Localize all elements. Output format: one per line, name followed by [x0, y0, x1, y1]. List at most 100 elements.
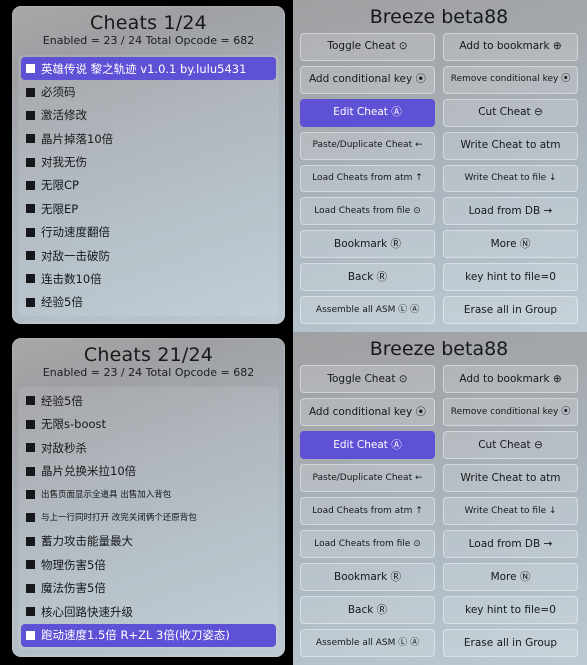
- breeze-button[interactable]: Remove conditional key ⦿: [443, 65, 578, 94]
- cheat-list-item[interactable]: 与上一行同时打开 改完关闭俩个还原背包: [21, 506, 276, 529]
- cheat-item-label: 经验5倍: [41, 393, 83, 408]
- cheat-list-item[interactable]: 连击数10倍: [21, 267, 276, 290]
- cheat-item-label: 激活修改: [41, 108, 87, 123]
- breeze-button[interactable]: Cut Cheat ⊖: [443, 431, 578, 459]
- breeze-button[interactable]: Assemble all ASM Ⓛ Ⓐ: [300, 629, 435, 657]
- cheat-checkbox-icon[interactable]: [26, 204, 35, 214]
- breeze-button[interactable]: Edit Cheat Ⓐ: [300, 431, 435, 459]
- cheat-checkbox-icon[interactable]: [26, 536, 35, 546]
- cheat-item-label: 必须码: [41, 85, 76, 100]
- breeze-button[interactable]: Paste/Duplicate Cheat ←: [300, 131, 435, 160]
- breeze-button[interactable]: Load from DB →: [443, 197, 578, 226]
- cheat-list-item[interactable]: 对敌秒杀: [21, 436, 276, 459]
- breeze-button[interactable]: Erase all in Group: [443, 296, 578, 324]
- breeze-button[interactable]: Load Cheats from atm ↑: [300, 497, 435, 525]
- breeze-button[interactable]: Add to bookmark ⊕: [443, 365, 578, 393]
- breeze-button[interactable]: Load Cheats from file ⊙: [300, 530, 435, 558]
- breeze-instance-1: Cheats 1/24 Enabled = 23 / 24 Total Opcod…: [0, 0, 587, 332]
- cheat-list-item[interactable]: 核心回路快速升级: [21, 600, 276, 623]
- cheats-panel-container-1: Cheats 1/24 Enabled = 23 / 24 Total Opcod…: [0, 0, 293, 332]
- cheat-checkbox-icon[interactable]: [26, 419, 35, 429]
- breeze-button[interactable]: Paste/Duplicate Cheat ←: [300, 464, 435, 492]
- cheat-list-item[interactable]: 无限s-boost: [21, 412, 276, 435]
- breeze-button[interactable]: Assemble all ASM Ⓛ Ⓐ: [300, 296, 435, 324]
- breeze-button[interactable]: Back Ⓡ: [300, 263, 435, 292]
- cheat-list-item[interactable]: 英雄传说 黎之轨迹 v1.0.1 by.lulu5431: [21, 57, 276, 81]
- breeze-button[interactable]: Load Cheats from atm ↑: [300, 164, 435, 193]
- breeze-button[interactable]: key hint to file=0: [443, 263, 578, 292]
- breeze-button[interactable]: Load Cheats from file ⊙: [300, 197, 435, 226]
- cheat-item-label: 经验5倍: [41, 295, 83, 310]
- cheat-checkbox-icon[interactable]: [26, 227, 35, 237]
- breeze-button[interactable]: Back Ⓡ: [300, 596, 435, 624]
- cheat-list-item[interactable]: 物理伤害5倍: [21, 553, 276, 576]
- cheat-checkbox-icon[interactable]: [26, 583, 35, 593]
- cheat-checkbox-icon[interactable]: [26, 490, 35, 500]
- cheat-list-item[interactable]: 对敌一击破防: [21, 244, 276, 267]
- breeze-button[interactable]: Add conditional key ⦿: [300, 398, 435, 426]
- breeze-button[interactable]: Bookmark Ⓡ: [300, 563, 435, 591]
- cheat-list-item[interactable]: 晶片兑换米拉10倍: [21, 459, 276, 482]
- breeze-button[interactable]: Toggle Cheat ⊙: [300, 365, 435, 393]
- cheat-list-item[interactable]: 经验5倍: [21, 291, 276, 314]
- cheat-item-label: 对我无伤: [41, 155, 87, 170]
- breeze-button[interactable]: Write Cheat to atm: [443, 464, 578, 492]
- screen-root: Cheats 1/24 Enabled = 23 / 24 Total Opcod…: [0, 0, 587, 665]
- breeze-button[interactable]: More Ⓝ: [443, 230, 578, 259]
- cheat-list-item[interactable]: 蓄力攻击能量最大: [21, 530, 276, 553]
- cheat-checkbox-icon[interactable]: [26, 396, 35, 406]
- breeze-button[interactable]: Load from DB →: [443, 530, 578, 558]
- cheats-header: Cheats 1/24 Enabled = 23 / 24 Total Opcod…: [18, 11, 279, 52]
- breeze-button[interactable]: key hint to file=0: [443, 596, 578, 624]
- cheat-checkbox-icon[interactable]: [26, 560, 35, 570]
- cheat-checkbox-icon[interactable]: [26, 630, 35, 640]
- cheat-item-label: 对敌一击破防: [41, 248, 110, 263]
- cheat-checkbox-icon[interactable]: [26, 443, 35, 453]
- breeze-button[interactable]: Edit Cheat Ⓐ: [300, 98, 435, 127]
- cheat-item-label: 无限CP: [41, 178, 79, 193]
- cheats-panel: Cheats 1/24 Enabled = 23 / 24 Total Opcod…: [12, 6, 285, 324]
- cheat-item-label: 出售页面显示全道具 出售加入背包: [41, 489, 172, 500]
- cheat-checkbox-icon[interactable]: [26, 466, 35, 476]
- cheats-status-line: Enabled = 23 / 24 Total Opcode = 682: [42, 366, 255, 379]
- cheat-checkbox-icon[interactable]: [26, 180, 35, 190]
- cheat-list-item[interactable]: 无限CP: [21, 174, 276, 197]
- breeze-button[interactable]: Bookmark Ⓡ: [300, 230, 435, 259]
- cheat-list-item[interactable]: 魔法伤害5倍: [21, 577, 276, 600]
- cheat-list-item[interactable]: 出售页面显示全道具 出售加入背包: [21, 483, 276, 506]
- breeze-button[interactable]: Write Cheat to atm: [443, 131, 578, 160]
- cheat-checkbox-icon[interactable]: [26, 87, 35, 97]
- breeze-title: Breeze beta88: [369, 6, 509, 28]
- breeze-button[interactable]: Add to bookmark ⊕: [443, 33, 578, 61]
- cheat-checkbox-icon[interactable]: [26, 297, 35, 307]
- cheat-checkbox-icon[interactable]: [26, 274, 35, 284]
- cheat-checkbox-icon[interactable]: [26, 110, 35, 120]
- cheat-list-item[interactable]: 激活修改: [21, 104, 276, 127]
- cheat-list-item[interactable]: 无限EP: [21, 197, 276, 220]
- cheat-checkbox-icon[interactable]: [26, 157, 35, 167]
- cheat-checkbox-icon[interactable]: [26, 64, 35, 74]
- breeze-button[interactable]: Toggle Cheat ⊙: [300, 33, 435, 61]
- cheat-list-item[interactable]: 跑动速度1.5倍 R+ZL 3倍(收刀姿态): [21, 623, 276, 647]
- breeze-menu-panel: Breeze beta88 Toggle Cheat ⊙ Add to bookma…: [293, 332, 587, 665]
- breeze-button[interactable]: Cut Cheat ⊖: [443, 98, 578, 127]
- breeze-title: Breeze beta88: [369, 338, 509, 360]
- page-title: Cheats 1/24: [90, 12, 207, 34]
- breeze-button[interactable]: Add conditional key ⦿: [300, 65, 435, 94]
- cheat-list-item[interactable]: 对我无伤: [21, 150, 276, 173]
- breeze-button[interactable]: Remove conditional key ⦿: [443, 398, 578, 426]
- breeze-button[interactable]: Erase all in Group: [443, 629, 578, 657]
- breeze-button[interactable]: Write Cheat to file ↓: [443, 164, 578, 193]
- cheat-list-item[interactable]: 经验5倍: [21, 389, 276, 412]
- breeze-button[interactable]: More Ⓝ: [443, 563, 578, 591]
- cheat-checkbox-icon[interactable]: [26, 251, 35, 261]
- cheat-item-label: 行动速度翻倍: [41, 225, 110, 240]
- cheat-list-item[interactable]: 必须码: [21, 80, 276, 103]
- cheat-list-item[interactable]: 晶片掉落10倍: [21, 127, 276, 150]
- cheat-item-label: 核心回路快速升级: [41, 604, 133, 619]
- breeze-button[interactable]: Write Cheat to file ↓: [443, 497, 578, 525]
- cheat-checkbox-icon[interactable]: [26, 513, 35, 523]
- cheat-checkbox-icon[interactable]: [26, 607, 35, 617]
- cheat-list-item[interactable]: 行动速度翻倍: [21, 221, 276, 244]
- cheat-checkbox-icon[interactable]: [26, 134, 35, 144]
